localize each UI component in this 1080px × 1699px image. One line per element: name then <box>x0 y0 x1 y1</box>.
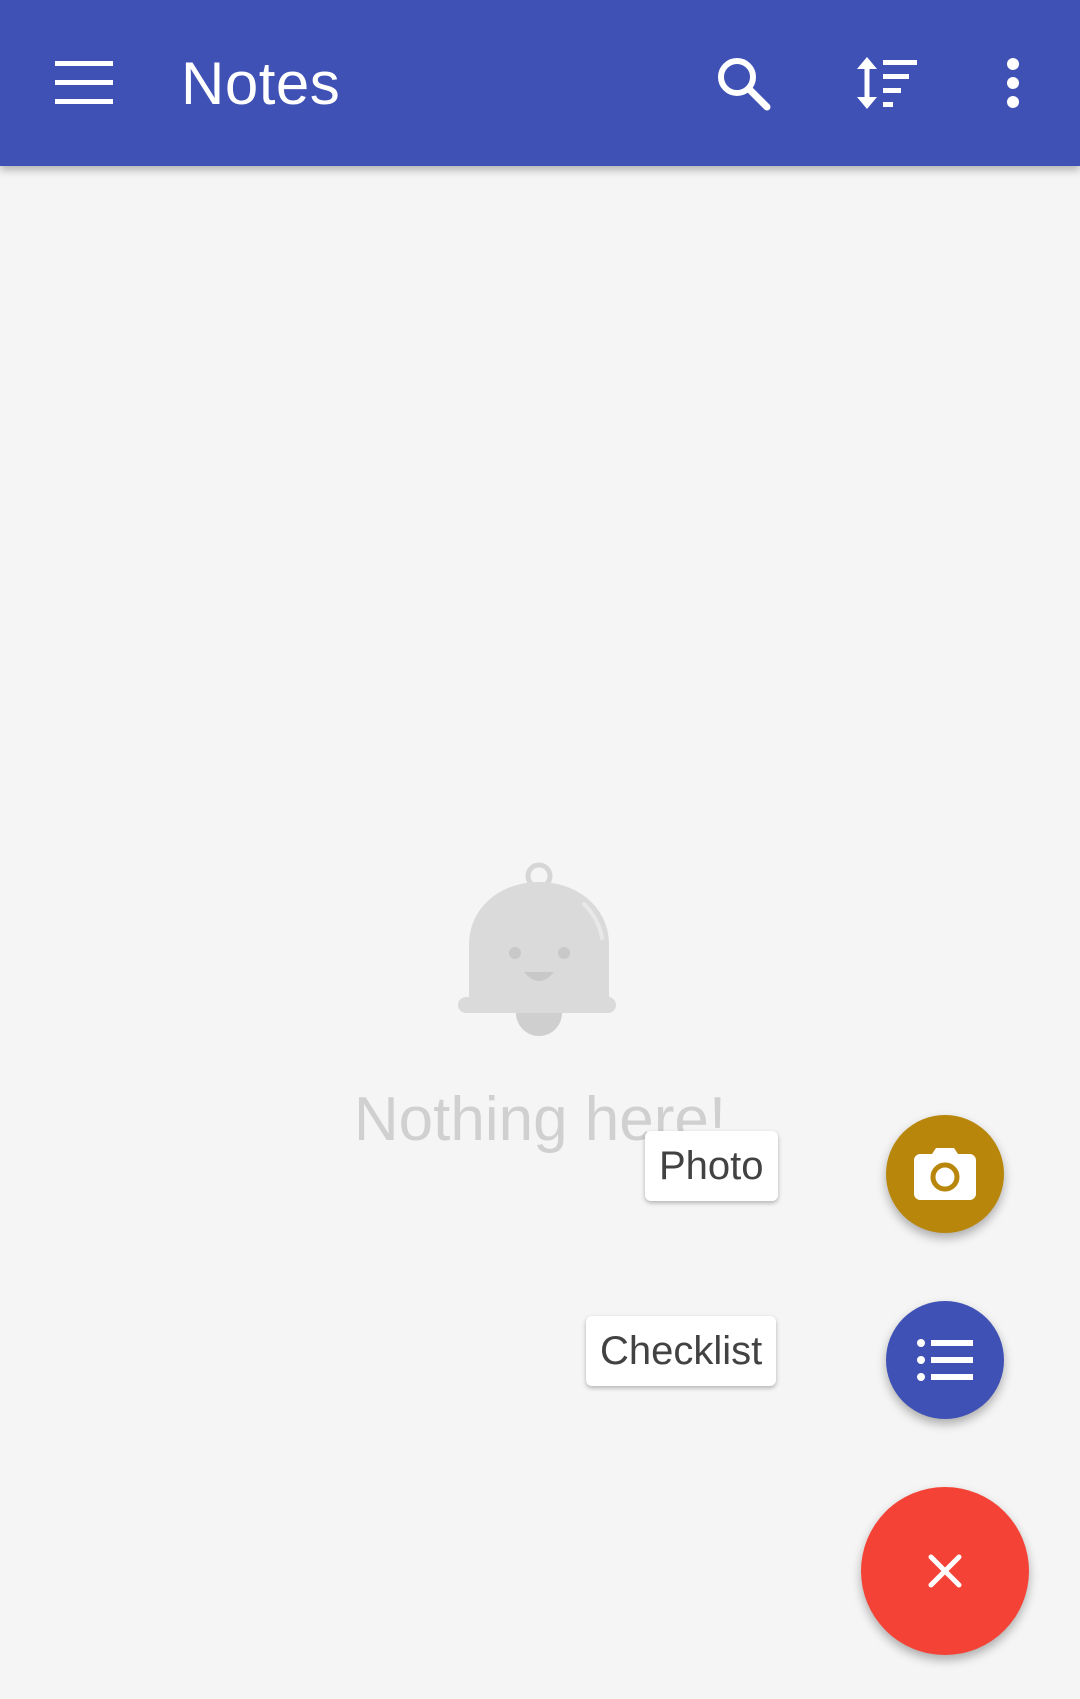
checklist-icon <box>917 1339 973 1381</box>
page-title: Notes <box>181 50 341 117</box>
bell-icon <box>458 862 616 1036</box>
notes-screen: Notes Nothing here! Photo Checklist <box>0 0 1080 1699</box>
hamburger-menu-icon <box>55 61 113 104</box>
photo-label[interactable]: Photo <box>645 1131 778 1201</box>
checklist-label[interactable]: Checklist <box>586 1316 777 1386</box>
search-icon <box>718 58 771 111</box>
add-checklist-button[interactable] <box>886 1301 1004 1419</box>
sort-icon <box>857 57 917 109</box>
close-icon <box>928 1554 962 1588</box>
app-toolbar: Notes <box>0 0 1080 166</box>
more-vertical-icon <box>1007 58 1019 108</box>
close-fab-button[interactable] <box>861 1487 1029 1655</box>
camera-icon <box>914 1148 976 1200</box>
menu-button[interactable] <box>34 33 134 133</box>
more-options-button[interactable] <box>963 33 1063 133</box>
add-photo-button[interactable] <box>886 1115 1004 1233</box>
sort-button[interactable] <box>837 33 937 133</box>
search-button[interactable] <box>693 33 793 133</box>
